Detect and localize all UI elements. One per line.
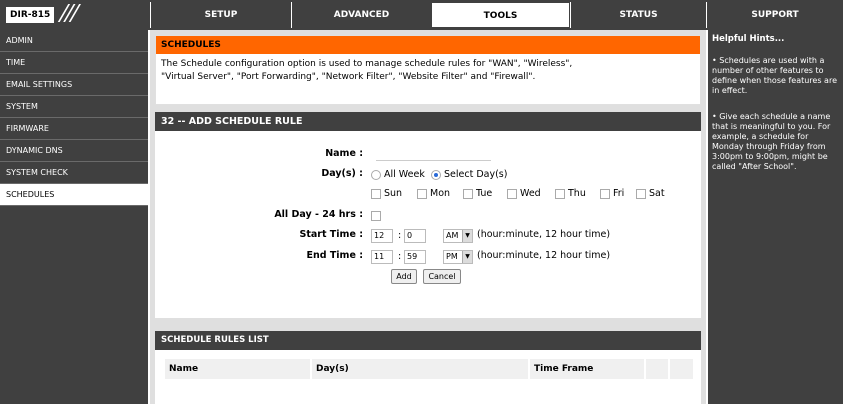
- rules-list-header-row: Name Day(s) Time Frame: [165, 359, 693, 379]
- day-label-sun: Sun: [384, 188, 403, 199]
- end-time-label: End Time :: [306, 250, 363, 261]
- days-label: Day(s) :: [321, 168, 363, 179]
- sidebar-item-email-settings[interactable]: EMAIL SETTINGS: [0, 74, 148, 96]
- tab-advanced[interactable]: ADVANCED: [291, 2, 431, 28]
- help-paragraph-2: • Give each schedule a name that is mean…: [712, 112, 831, 171]
- help-paragraph-1: • Schedules are used with a number of ot…: [712, 56, 837, 95]
- schedules-description: The Schedule configuration option is use…: [161, 58, 691, 84]
- start-ampm-value: AM: [446, 231, 459, 240]
- day-label-fri: Fri: [613, 188, 625, 199]
- schedule-rules-list-panel: SCHEDULE RULES LIST Name Day(s) Time Fra…: [155, 331, 701, 404]
- start-ampm-select[interactable]: AM ▼: [443, 229, 473, 243]
- day-label-mon: Mon: [430, 188, 451, 199]
- day-checkbox-sun[interactable]: [371, 189, 381, 199]
- tab-status[interactable]: STATUS: [570, 2, 706, 28]
- chevron-down-icon: ▼: [462, 230, 472, 242]
- select-days-radio[interactable]: [431, 170, 441, 180]
- start-time-separator: :: [398, 230, 402, 241]
- day-checkbox-tue[interactable]: [463, 189, 473, 199]
- rules-list-title: SCHEDULE RULES LIST: [155, 331, 701, 350]
- day-label-wed: Wed: [520, 188, 541, 199]
- end-minute-input[interactable]: 59: [404, 250, 426, 264]
- end-hour-input[interactable]: 11: [371, 250, 393, 264]
- day-checkbox-fri[interactable]: [600, 189, 610, 199]
- top-navigation-bar: DIR-815 /// SETUP ADVANCED TOOLS STATUS …: [0, 0, 843, 30]
- day-checkbox-wed[interactable]: [507, 189, 517, 199]
- brand-slashes-logo: ///: [56, 1, 80, 26]
- sidebar-item-schedules[interactable]: SCHEDULES: [0, 184, 148, 206]
- column-header-time-frame: Time Frame: [530, 359, 644, 379]
- add-button[interactable]: Add: [391, 269, 417, 284]
- sidebar-item-system-check[interactable]: SYSTEM CHECK: [0, 162, 148, 184]
- description-line-1: The Schedule configuration option is use…: [161, 59, 573, 69]
- sidebar: ADMIN TIME EMAIL SETTINGS SYSTEM FIRMWAR…: [0, 30, 150, 404]
- tab-tools[interactable]: TOOLS: [431, 2, 570, 28]
- add-rule-title: 32 -- ADD SCHEDULE RULE: [155, 112, 701, 131]
- main-content: SCHEDULES The Schedule configuration opt…: [150, 30, 706, 404]
- day-checkbox-mon[interactable]: [417, 189, 427, 199]
- column-header-days: Day(s): [312, 359, 528, 379]
- cancel-button[interactable]: Cancel: [423, 269, 461, 284]
- add-schedule-rule-panel: 32 -- ADD SCHEDULE RULE Name : Day(s) : …: [155, 112, 701, 318]
- sidebar-item-system[interactable]: SYSTEM: [0, 96, 148, 118]
- all-day-label: All Day - 24 hrs :: [274, 209, 363, 220]
- name-input[interactable]: [376, 148, 491, 161]
- end-ampm-value: PM: [446, 252, 458, 261]
- day-label-tue: Tue: [476, 188, 493, 199]
- help-title: Helpful Hints...: [712, 34, 785, 44]
- all-week-radio[interactable]: [371, 170, 381, 180]
- brand-area: DIR-815 ///: [0, 0, 150, 30]
- all-week-label: All Week: [384, 169, 425, 180]
- helpful-hints-panel: Helpful Hints... • Schedules are used wi…: [706, 30, 843, 404]
- name-label: Name :: [325, 148, 363, 159]
- schedules-title: SCHEDULES: [156, 36, 700, 54]
- tab-support[interactable]: SUPPORT: [706, 2, 843, 28]
- start-minute-input[interactable]: 0: [404, 229, 426, 243]
- end-time-hint: (hour:minute, 12 hour time): [477, 250, 611, 261]
- column-header-name: Name: [165, 359, 310, 379]
- chevron-down-icon: ▼: [462, 251, 472, 263]
- column-header-edit: [646, 359, 668, 379]
- day-label-sat: Sat: [649, 188, 665, 199]
- sidebar-item-firmware[interactable]: FIRMWARE: [0, 118, 148, 140]
- day-label-thu: Thu: [568, 188, 586, 199]
- start-hour-input[interactable]: 12: [371, 229, 393, 243]
- end-ampm-select[interactable]: PM ▼: [443, 250, 473, 264]
- sidebar-item-dynamic-dns[interactable]: DYNAMIC DNS: [0, 140, 148, 162]
- description-line-2: "Virtual Server", "Port Forwarding", "Ne…: [161, 72, 536, 82]
- select-days-label: Select Day(s): [444, 169, 508, 180]
- sidebar-item-time[interactable]: TIME: [0, 52, 148, 74]
- schedules-intro-panel: SCHEDULES The Schedule configuration opt…: [155, 35, 701, 105]
- start-time-hint: (hour:minute, 12 hour time): [477, 229, 611, 240]
- day-checkbox-sat[interactable]: [636, 189, 646, 199]
- day-checkbox-thu[interactable]: [555, 189, 565, 199]
- model-label: DIR-815: [6, 7, 54, 23]
- start-time-label: Start Time :: [299, 229, 363, 240]
- column-header-delete: [670, 359, 693, 379]
- sidebar-item-admin[interactable]: ADMIN: [0, 30, 148, 52]
- end-time-separator: :: [398, 251, 402, 262]
- all-day-checkbox[interactable]: [371, 211, 381, 221]
- tab-setup[interactable]: SETUP: [150, 2, 291, 28]
